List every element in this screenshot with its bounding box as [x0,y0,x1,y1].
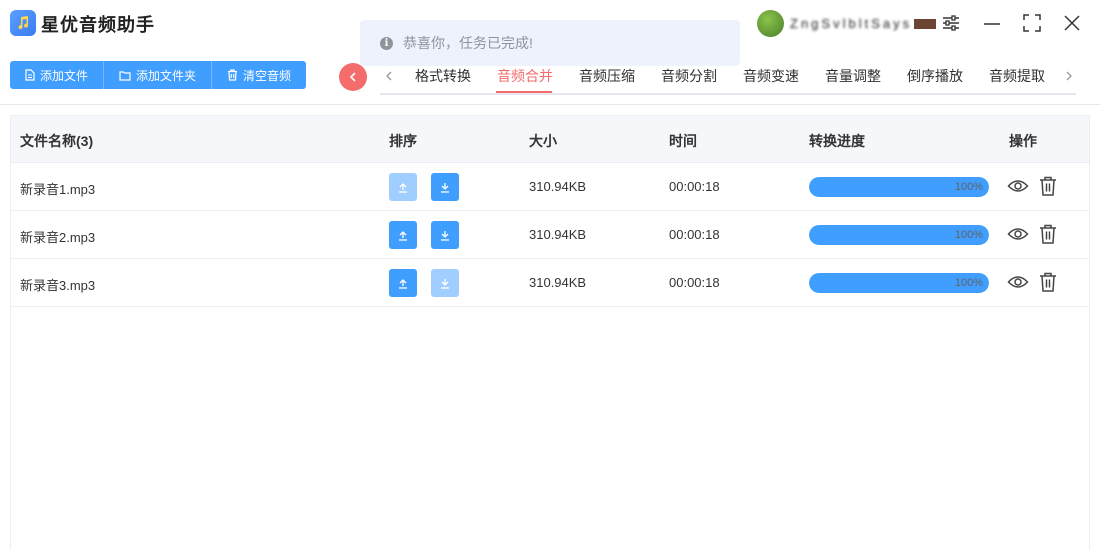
preview-eye-icon[interactable] [1007,223,1029,245]
file-name: 新录音3.mp3 [20,278,96,293]
conversion-progress-bar: 100% [809,177,989,197]
progress-label: 100% [954,277,983,289]
move-up-button[interactable] [389,173,417,201]
info-icon: i [380,36,393,50]
trash-icon [228,69,238,81]
header-divider [0,104,1100,105]
arrow-up-icon [399,230,407,241]
tab-volume-adjust[interactable]: 音量调整 [825,66,881,86]
arrow-down-icon [441,182,449,193]
collapse-back-button[interactable] [339,63,367,91]
move-down-button[interactable] [431,221,459,249]
vip-badge [914,18,937,29]
conversion-progress-bar: 100% [809,273,989,293]
tab-scroll-left-icon[interactable] [383,68,395,84]
header-file-name: 文件名称(3) [20,133,94,149]
table-row: 新录音2.mp3 310.94KB 00:00:18 100% [11,211,1089,259]
header-time: 时间 [669,133,697,149]
user-account[interactable]: ZngSvlbltSays [757,10,937,37]
delete-trash-icon[interactable] [1037,271,1059,293]
avatar[interactable] [757,10,784,37]
preview-eye-icon[interactable] [1007,175,1029,197]
tab-format-convert[interactable]: 格式转换 [415,66,471,86]
tab-audio-extract[interactable]: 音频提取 [989,66,1045,86]
arrow-down-icon [441,278,449,289]
folder-icon [119,70,131,81]
file-name: 新录音2.mp3 [20,230,96,245]
move-down-button[interactable] [431,173,459,201]
tab-reverse-play[interactable]: 倒序播放 [907,66,963,86]
move-up-button[interactable] [389,221,417,249]
file-name: 新录音1.mp3 [20,182,96,197]
tab-audio-compress[interactable]: 音频压缩 [579,66,635,86]
app-title: 星优音频助手 [41,15,155,35]
tab-scroll-right-icon[interactable] [1063,68,1075,84]
file-duration: 00:00:18 [669,227,720,242]
tab-audio-split[interactable]: 音频分割 [661,66,717,86]
progress-label: 100% [954,229,983,241]
file-size: 310.94KB [529,275,587,290]
arrow-up-icon [399,182,407,193]
preview-eye-icon[interactable] [1007,271,1029,293]
header-progress: 转换进度 [809,133,865,149]
tab-audio-speed[interactable]: 音频变速 [743,66,799,86]
chevron-left-icon [349,72,356,82]
progress-label: 100% [954,181,983,193]
header-action: 操作 [1009,133,1037,149]
maximize-icon[interactable] [1021,12,1043,34]
file-duration: 00:00:18 [669,275,720,290]
file-size: 310.94KB [529,179,587,194]
conversion-progress-bar: 100% [809,225,989,245]
add-folder-label: 添加文件夹 [136,68,197,83]
arrow-down-icon [441,230,449,241]
title-bar: 星优音频助手 i 恭喜你，任务已完成! ZngSvlbltSays [0,0,1100,66]
table-row: 新录音1.mp3 310.94KB 00:00:18 100% [11,163,1089,211]
table-header: 文件名称(3) 排序 大小 时间 转换进度 操作 [11,116,1089,163]
header-sort: 排序 [389,133,417,149]
tab-audio-merge[interactable]: 音频合并 [497,66,553,86]
app-logo-icon [10,10,36,36]
toast-message: 恭喜你，任务已完成! [403,35,533,51]
file-size: 310.94KB [529,227,587,242]
close-icon[interactable] [1061,12,1083,34]
settings-sliders-icon[interactable] [940,12,962,34]
clear-audio-label: 清空音频 [243,68,292,83]
header-size: 大小 [529,133,557,149]
function-tabs: 格式转换 音频合并 音频压缩 音频分割 音频变速 音量调整 倒序播放 音频提取 [380,60,1076,95]
arrow-up-icon [399,278,407,289]
file-icon [25,69,35,81]
clear-audio-button[interactable]: 清空音频 [212,61,307,89]
file-table: 文件名称(3) 排序 大小 时间 转换进度 操作 新录音1.mp3 310.94… [10,115,1090,550]
active-tab-indicator [496,91,552,93]
delete-trash-icon[interactable] [1037,223,1059,245]
move-down-button[interactable] [431,269,459,297]
add-folder-button[interactable]: 添加文件夹 [104,61,213,89]
file-duration: 00:00:18 [669,179,720,194]
table-row: 新录音3.mp3 310.94KB 00:00:18 100% [11,259,1089,307]
minimize-icon[interactable] [981,12,1003,34]
toolbar-button-group: 添加文件 添加文件夹 清空音频 [10,61,307,89]
add-file-label: 添加文件 [40,68,89,83]
user-name: ZngSvlbltSays [790,16,913,31]
add-file-button[interactable]: 添加文件 [10,61,105,89]
move-up-button[interactable] [389,269,417,297]
delete-trash-icon[interactable] [1037,175,1059,197]
